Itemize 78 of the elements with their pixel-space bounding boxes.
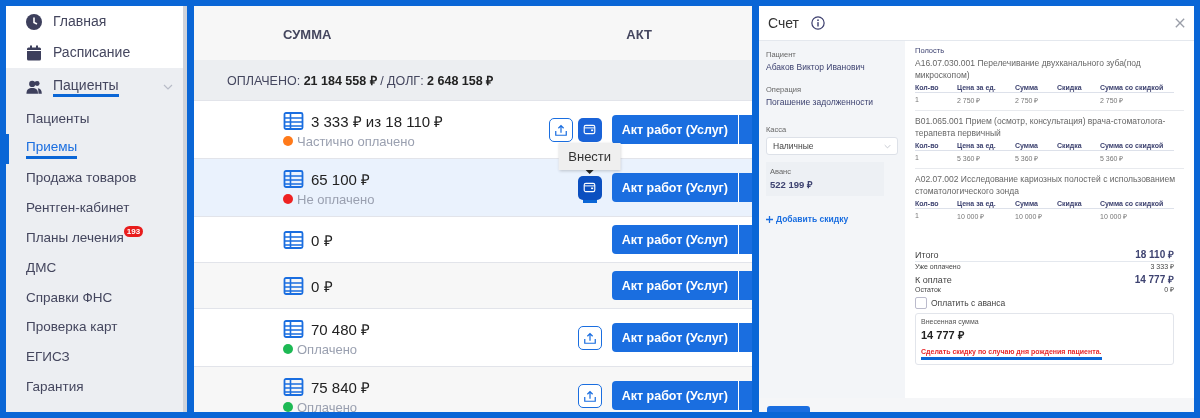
table-icon[interactable] [283,319,304,338]
field-value: Абаков Виктор Иванович [766,62,866,72]
upload-button[interactable] [548,117,573,142]
wallet-button[interactable] [577,175,602,200]
table-row[interactable]: 0 ₽ Акт работ (Услуг) [194,262,752,308]
calendar-icon [26,44,42,61]
dialog-title: Счет [768,15,799,31]
total-value: 18 110 ₽ [1135,248,1174,261]
upload-button[interactable] [577,325,602,350]
amount-text: 0 ₽ [311,230,333,250]
column-header: СУММА [283,26,332,42]
status-text: Не оплачено [297,191,375,207]
total-value: 14 777 ₽ [1134,273,1174,286]
nav-subitem[interactable]: ЕГИСЗ [26,348,70,367]
summary-text: ОПЛАЧЕНО: 21 184 558 ₽ / ДОЛГ: 2 648 158 ₽ [227,72,494,89]
clock-icon [26,13,42,30]
upload-icon [553,122,568,137]
status-text: Оплачено [297,341,358,357]
wallet-button[interactable] [577,117,602,142]
service-name: A02.07.002 Исследование кариозных полостей с использованием стоматологического зонда [915,174,1176,197]
nav-subitem[interactable]: Рентген-кабинет [26,199,130,218]
amount-text: 65 100 ₽ [311,169,371,189]
people-icon [26,79,42,95]
total-label: К оплате [915,275,952,285]
act-button[interactable]: Акт работ (Услуг) [611,381,738,410]
total-label: Итого [915,250,939,260]
upload-button[interactable] [577,383,602,408]
dropdown-button[interactable] [738,115,752,144]
nav-subitem[interactable]: Пациенты [26,109,90,128]
amount-text: 70 480 ₽ [311,319,371,339]
close-icon[interactable] [1175,18,1185,28]
act-button[interactable]: Акт работ (Услуг) [611,271,738,300]
checkbox-label: Оплатить с аванса [931,298,1006,308]
wallet-icon [583,123,597,136]
amount-text: 75 840 ₽ [311,377,371,397]
amount-text: 0 ₽ [311,276,333,296]
table-icon[interactable] [283,377,304,396]
act-button[interactable]: Акт работ (Услуг) [611,323,738,352]
dropdown-button[interactable] [738,381,752,410]
plus-icon [766,215,773,223]
chevron-icon [884,143,891,149]
nav-item[interactable]: Главная [53,13,107,30]
act-button[interactable]: Акт работ (Услуг) [611,173,738,202]
status-text: Оплачено [297,399,358,412]
advance-value: 522 199 ₽ [770,178,814,191]
nav-subitem[interactable]: Планы лечения [26,229,124,248]
table-icon[interactable] [283,169,304,188]
amount-text: 3 333 ₽ из 18 110 ₽ [311,111,444,131]
table-row[interactable]: 75 840 ₽ Оплачено Акт работ (Услуг) [194,366,752,412]
nav-subitem[interactable]: Гарантия [26,378,84,397]
checkbox[interactable] [915,297,927,309]
nav-subitem[interactable]: ДМС [26,258,57,277]
dropdown-button[interactable] [738,271,752,300]
dropdown-button[interactable] [738,225,752,254]
table-row[interactable]: 70 480 ₽ Оплачено Акт работ (Услуг) [194,308,752,366]
nav-subitem[interactable]: Приемы [26,138,78,160]
table-icon[interactable] [283,230,304,249]
act-button[interactable]: Акт работ (Услуг) [611,225,738,254]
dropdown-button[interactable] [738,173,752,202]
cash-register-select[interactable]: Наличные [766,137,898,155]
count-badge: 193 [123,226,144,238]
table-icon[interactable] [283,276,304,295]
act-button[interactable]: Акт работ (Услуг) [611,115,738,144]
field-value: Погашение задолженности [766,97,875,107]
nav-subitem[interactable]: Проверка карт [26,318,118,337]
service-name: A16.07.030.001 Перелечивание двухканального зуба(под микроскопом) [915,58,1142,81]
nav-subitem[interactable]: Справки ФНС [26,288,113,307]
nav-subitem[interactable]: Продажа товаров [26,169,137,188]
nav-item[interactable]: Пациенты [53,77,119,97]
add-discount-link[interactable]: Добавить скидку [766,214,849,224]
service-name: B01.065.001 Прием (осмотр, консультация) врача-стоматолога-терапевта первичный [915,116,1167,139]
dropdown-button[interactable] [738,323,752,352]
column-header: АКТ [626,26,652,42]
info-icon[interactable] [811,16,825,30]
wallet-icon [583,181,597,194]
table-icon[interactable] [283,111,304,130]
upload-icon [582,330,597,345]
upload-icon [582,388,597,403]
